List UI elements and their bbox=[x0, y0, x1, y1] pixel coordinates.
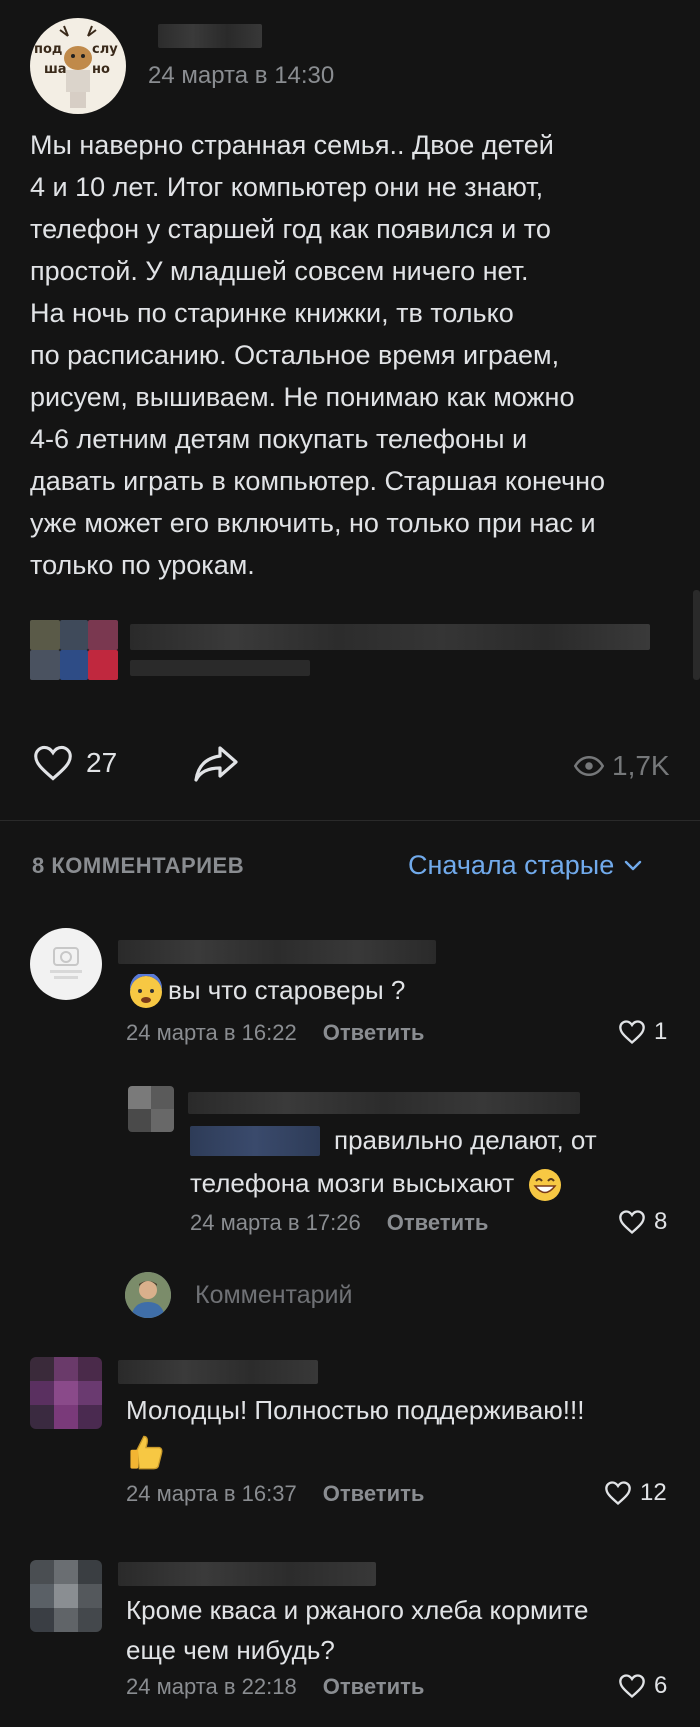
heart-icon bbox=[619, 1674, 645, 1699]
logo-text-3: ша bbox=[44, 62, 67, 77]
sort-dropdown[interactable]: Сначала старые bbox=[408, 850, 642, 881]
comment-like-count: 8 bbox=[654, 1208, 668, 1235]
heart-icon bbox=[605, 1481, 631, 1506]
logo-text-2: слу bbox=[92, 42, 118, 57]
like-count: 27 bbox=[86, 747, 118, 778]
comment-text: вы что староверы ? bbox=[128, 970, 405, 1010]
comment-date: 24 марта в 22:18 bbox=[126, 1674, 297, 1699]
avatar[interactable] bbox=[128, 1086, 174, 1132]
comment-author-blurred[interactable] bbox=[118, 1360, 318, 1384]
group-avatar[interactable]: под слу ша но bbox=[30, 18, 126, 114]
post-date: 24 марта в 14:30 bbox=[148, 62, 335, 89]
heart-icon bbox=[619, 1020, 645, 1045]
comment-compose[interactable]: Комментарий bbox=[125, 1272, 352, 1318]
comment-text-content: вы что староверы ? bbox=[168, 975, 406, 1005]
comment-date: 24 марта в 17:26 bbox=[190, 1210, 361, 1235]
heart-icon bbox=[34, 745, 72, 781]
current-user-avatar bbox=[125, 1272, 171, 1318]
comment-meta: 24 марта в 16:22 Ответить bbox=[126, 1020, 424, 1046]
share-arrow-icon bbox=[194, 746, 238, 782]
comment-author-blurred[interactable] bbox=[118, 940, 436, 964]
reply-mention-blurred[interactable] bbox=[190, 1126, 320, 1156]
comment-author-blurred[interactable] bbox=[118, 1562, 376, 1586]
grinning-face-emoji-icon bbox=[529, 1169, 562, 1202]
chevron-down-icon bbox=[625, 860, 642, 870]
comment-like-button[interactable]: 12 bbox=[604, 1479, 667, 1507]
comment-meta: 24 марта в 22:18 Ответить bbox=[126, 1674, 424, 1700]
comment-text-content: Молодцы! Полностью поддерживаю!!! bbox=[126, 1395, 585, 1425]
views-counter: 1,7K bbox=[574, 750, 670, 782]
comment-text: Молодцы! Полностью поддерживаю!!! bbox=[126, 1390, 666, 1430]
eye-icon bbox=[574, 755, 604, 777]
scrollbar[interactable] bbox=[693, 590, 700, 680]
comment-like-button[interactable]: 1 bbox=[618, 1018, 667, 1046]
avatar[interactable] bbox=[30, 1357, 102, 1429]
avatar[interactable] bbox=[30, 928, 102, 1000]
comment-date: 24 марта в 16:22 bbox=[126, 1020, 297, 1045]
reply-button[interactable]: Ответить bbox=[323, 1481, 425, 1507]
comment-text: правильно делают, от bbox=[334, 1120, 597, 1160]
comment-author-blurred[interactable] bbox=[188, 1092, 580, 1114]
thumbs-up-emoji-icon bbox=[126, 1432, 166, 1477]
comment-text-line-1: правильно делают, от bbox=[334, 1125, 597, 1155]
reply-button[interactable]: Ответить bbox=[387, 1210, 489, 1236]
comment-text-line-2: еще чем нибудь? bbox=[126, 1635, 335, 1665]
sort-label: Сначала старые bbox=[408, 850, 615, 880]
anxious-face-emoji-icon bbox=[130, 974, 162, 1009]
reply-button[interactable]: Ответить bbox=[323, 1674, 425, 1700]
comment-like-count: 1 bbox=[654, 1018, 668, 1045]
share-button[interactable] bbox=[192, 744, 240, 789]
divider bbox=[0, 820, 700, 821]
comment-like-button[interactable]: 8 bbox=[618, 1208, 667, 1236]
comment-text-line-1: Кроме кваса и ржаного хлеба кормите bbox=[126, 1595, 589, 1625]
comment-like-button[interactable]: 6 bbox=[618, 1672, 667, 1700]
camera-placeholder-icon bbox=[50, 947, 82, 979]
comment-text: телефона мозги высыхают bbox=[190, 1163, 563, 1203]
comment-meta: 24 марта в 17:26 Ответить bbox=[190, 1210, 488, 1236]
comments-count: 8 КОММЕНТАРИЕВ bbox=[32, 853, 245, 878]
heart-icon bbox=[619, 1210, 645, 1235]
comment-date: 24 марта в 16:37 bbox=[126, 1481, 297, 1506]
user-photo-icon bbox=[125, 1272, 171, 1318]
comment-text-line-2: телефона мозги высыхают bbox=[190, 1168, 515, 1198]
views-count: 1,7K bbox=[612, 750, 670, 781]
comment-like-count: 12 bbox=[640, 1479, 667, 1506]
comment-text: Кроме кваса и ржаного хлеба кормите еще … bbox=[126, 1590, 589, 1670]
comment-meta: 24 марта в 16:37 Ответить bbox=[126, 1481, 424, 1507]
logo-text-1: под bbox=[34, 42, 63, 57]
comment-input-placeholder[interactable]: Комментарий bbox=[195, 1281, 352, 1310]
blurred-attachment[interactable] bbox=[30, 620, 670, 680]
reply-button[interactable]: Ответить bbox=[323, 1020, 425, 1046]
group-name-blurred[interactable] bbox=[158, 24, 262, 48]
avatar[interactable] bbox=[30, 1560, 102, 1632]
post-text: Мы наверно странная семья.. Двое детей 4… bbox=[30, 130, 606, 580]
comment-like-count: 6 bbox=[654, 1672, 668, 1699]
logo-text-4: но bbox=[92, 62, 110, 77]
like-button[interactable]: 27 bbox=[32, 744, 117, 782]
